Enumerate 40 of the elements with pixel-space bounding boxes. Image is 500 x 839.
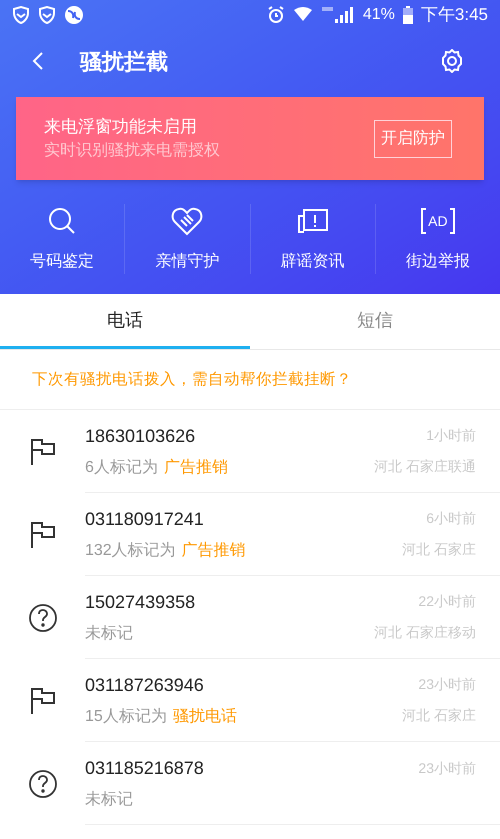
feature-shortcut[interactable]: 号码鉴定 xyxy=(0,204,124,274)
feature-shortcut[interactable]: 亲情守护 xyxy=(124,204,250,274)
mark-count: 6人标记为 xyxy=(85,458,158,478)
shield-icon xyxy=(38,6,56,24)
shield-icon xyxy=(12,6,30,24)
alert-panel-icon xyxy=(296,208,329,234)
banner-subtitle: 实时识别骚扰来电需授权 xyxy=(44,140,221,162)
flag-icon xyxy=(30,686,56,714)
question-icon xyxy=(28,768,58,798)
mark-count: 132人标记为 xyxy=(85,540,176,560)
feature-shortcut[interactable]: AD 街边举报 xyxy=(374,204,500,274)
alarm-icon xyxy=(266,6,285,24)
back-icon xyxy=(32,52,44,70)
phone-number: 15027439358 xyxy=(85,590,196,614)
flag-icon xyxy=(30,438,56,466)
page-title: 骚扰拦截 xyxy=(80,48,168,76)
mark-count: 未标记 xyxy=(85,624,133,644)
settings-icon xyxy=(440,49,464,73)
mark-count: 15人标记为 xyxy=(85,706,167,726)
mark-tag: 骚扰电话 xyxy=(172,704,237,728)
mark-count: 未标记 xyxy=(85,790,133,810)
ball-icon xyxy=(64,5,84,25)
tab[interactable]: 短信 xyxy=(250,294,500,349)
phone-number: 031185216878 xyxy=(85,756,205,780)
battery-icon xyxy=(402,6,413,24)
status-time: 下午3:45 xyxy=(420,4,488,26)
phone-number: 18630103626 xyxy=(85,424,196,448)
battery-percent: 41% xyxy=(362,5,395,25)
mark-tag: 广告推销 xyxy=(164,456,228,480)
flag-icon xyxy=(30,520,56,548)
heart-handshake-icon xyxy=(171,206,204,236)
feature-shortcut[interactable]: 辟谣资讯 xyxy=(250,204,375,274)
phone-number: 031180917241 xyxy=(85,508,205,530)
banner-title: 来电浮窗功能未启用 xyxy=(44,116,198,138)
phone-number: 031187263946 xyxy=(85,674,205,696)
mark-tag: 广告推销 xyxy=(182,538,246,562)
tab[interactable]: 电话 xyxy=(0,294,250,349)
search-icon xyxy=(47,206,78,236)
signal-icon xyxy=(320,6,355,24)
question-icon xyxy=(28,602,58,632)
